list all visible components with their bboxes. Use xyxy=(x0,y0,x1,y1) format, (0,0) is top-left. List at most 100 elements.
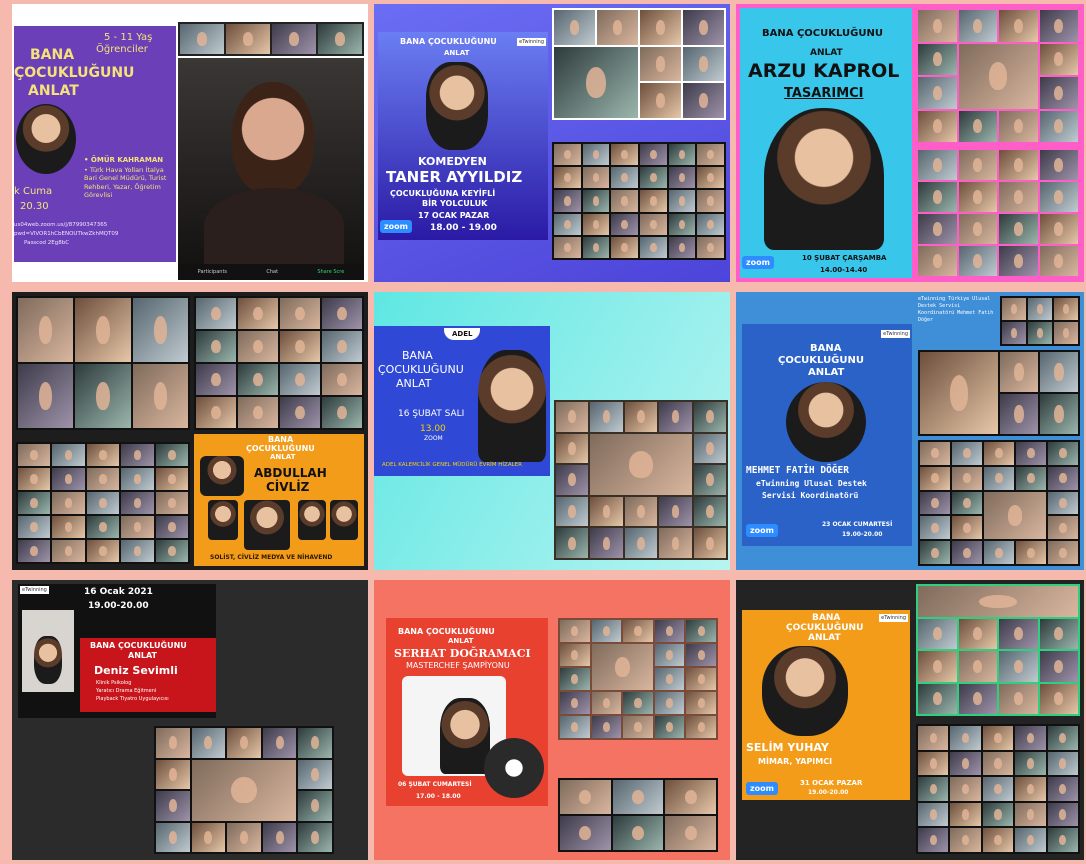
etwinning-badge: eTwinning xyxy=(20,586,49,594)
guest-photo xyxy=(440,698,490,774)
video-tile xyxy=(623,692,653,714)
etwinning-badge: eTwinning xyxy=(879,614,908,622)
guest-photo-frame xyxy=(22,610,74,692)
zoom-logo: zoom xyxy=(742,256,774,269)
event-time: 18.00 - 19.00 xyxy=(430,223,497,233)
event-time: 17.00 - 18.00 xyxy=(416,793,461,800)
panel-mehmet-fatih-doger: eTwinning Türkiye Ulusal Destek Servisi … xyxy=(736,292,1084,570)
video-tile xyxy=(654,668,685,690)
guest-name: • ÖMÜR KAHRAMAN xyxy=(84,156,164,164)
video-tile xyxy=(238,331,278,362)
video-tile xyxy=(918,777,949,801)
video-tile xyxy=(693,465,726,495)
video-tile xyxy=(556,465,589,495)
zoom-logo: zoom xyxy=(746,782,778,795)
event-date: 31 OCAK PAZAR xyxy=(800,779,863,787)
poster-deniz-sevimli: eTwinning 16 Ocak 2021 19.00-20.00 BANA … xyxy=(18,584,216,718)
video-tile xyxy=(262,822,297,852)
video-tile xyxy=(582,144,610,166)
poster-subtitle: ANLAT xyxy=(444,49,470,57)
panel-evrim-hizaler: ADEL BANA ÇOCUKLUĞUNU ANLAT 16 ŞUBAT SAL… xyxy=(374,292,730,570)
video-tile xyxy=(554,213,581,235)
video-tile xyxy=(1048,541,1078,564)
video-tile xyxy=(560,780,611,814)
video-tile xyxy=(693,402,726,432)
video-tile xyxy=(958,214,997,244)
panel-arzu-kaprol: BANA ÇOCUKLUĞUNU ANLAT ARZU KAPROL TASAR… xyxy=(736,4,1084,282)
video-tile xyxy=(227,822,261,852)
video-tile xyxy=(121,468,154,490)
toolbar-participants[interactable]: Participants xyxy=(198,269,227,275)
poster-abdullah-civliz: BANA ÇOCUKLUĞUNU ANLAT ABDULLAH CİVLİZ S… xyxy=(194,434,364,566)
video-tile xyxy=(155,492,188,514)
guest-photo xyxy=(426,62,488,150)
video-tile xyxy=(639,213,667,235)
adel-logo: ADEL xyxy=(444,328,481,340)
poster-arzu-kaprol: BANA ÇOCUKLUĞUNU ANLAT ARZU KAPROL TASAR… xyxy=(740,8,912,278)
toolbar-share[interactable]: Share Scre xyxy=(317,269,344,275)
video-tile xyxy=(52,516,85,538)
video-tile xyxy=(999,651,1038,682)
video-tile xyxy=(639,190,667,212)
video-tile xyxy=(611,144,638,166)
poster-title-1: BANA xyxy=(402,349,433,362)
video-tile xyxy=(272,24,316,54)
zoom-pwd: pwd=VlVOR1hCbENOUTkwZkhMQT09 xyxy=(14,231,119,237)
video-tile xyxy=(982,726,1014,750)
video-tile xyxy=(1048,516,1078,540)
video-tile xyxy=(999,246,1038,276)
guest-photo-4 xyxy=(208,500,238,540)
poster-title-2: ÇOCUKLUĞUNU xyxy=(14,65,135,81)
event-day: k Cuma xyxy=(14,186,53,197)
video-tile xyxy=(1015,751,1046,776)
video-tile xyxy=(693,528,726,558)
video-tile xyxy=(560,692,590,714)
video-tile xyxy=(1047,802,1078,827)
video-tile xyxy=(640,83,681,118)
event-date: 16 ŞUBAT SALI xyxy=(398,409,465,419)
guest-photo-2 xyxy=(298,500,326,540)
video-tile xyxy=(582,213,610,235)
poster-selim-yuhay: BANA ÇOCUKLUĞUNU ANLAT eTwinning SELİM Y… xyxy=(742,610,910,800)
video-tile xyxy=(999,214,1038,244)
poster-serhat-dogramaci: BANA ÇOCUKLUĞUNU ANLAT SERHAT DOĞRAMACI … xyxy=(386,618,548,806)
poster-title-1: BANA xyxy=(30,47,75,63)
video-tile xyxy=(623,716,653,738)
video-tile xyxy=(999,110,1038,142)
video-tile xyxy=(654,716,685,738)
video-tile xyxy=(686,692,716,714)
video-tile xyxy=(918,182,957,212)
video-tile xyxy=(590,433,692,495)
video-tile xyxy=(1016,541,1046,564)
panel-selim-yuhay: BANA ÇOCUKLUĞUNU ANLAT eTwinning SELİM Y… xyxy=(736,580,1084,860)
guest-photo xyxy=(762,646,848,736)
zoom-grid xyxy=(154,726,334,854)
poster-title-1: BANA xyxy=(810,343,842,354)
video-tile xyxy=(298,791,332,821)
video-tile xyxy=(554,236,581,258)
video-tile xyxy=(668,167,696,189)
video-tile xyxy=(18,364,74,428)
video-tile xyxy=(155,516,188,538)
poster-title-3: ANLAT xyxy=(28,83,79,99)
poster-title-2: ÇOCUKLUĞUNU xyxy=(778,355,865,366)
video-tile xyxy=(686,716,716,738)
video-tile xyxy=(1000,352,1038,392)
guest-photo xyxy=(478,350,546,462)
video-tile xyxy=(982,802,1014,827)
video-tile xyxy=(918,586,1078,617)
video-tile xyxy=(591,644,653,690)
video-tile xyxy=(654,644,685,666)
video-tile xyxy=(982,828,1014,852)
video-tile xyxy=(1039,150,1078,180)
poster-title: BANA ÇOCUKLUĞUNU xyxy=(762,28,883,39)
video-tile xyxy=(86,444,120,466)
tagline-2: BİR YOLCULUK xyxy=(422,199,488,208)
video-tile xyxy=(918,651,957,682)
video-tile xyxy=(556,402,589,432)
video-tile xyxy=(920,466,950,490)
video-tile xyxy=(697,144,724,166)
toolbar-chat[interactable]: Chat xyxy=(266,269,278,275)
video-tile xyxy=(958,683,997,714)
video-tile xyxy=(984,491,1046,540)
